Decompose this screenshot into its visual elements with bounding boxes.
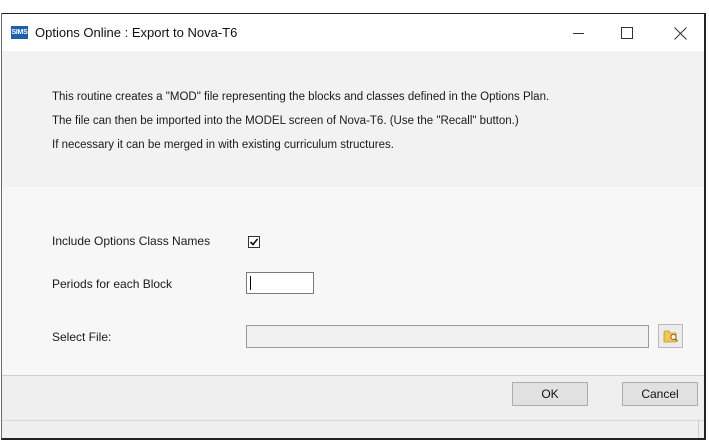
close-icon xyxy=(674,27,687,40)
checkmark-icon xyxy=(249,238,259,246)
folder-search-icon xyxy=(663,330,678,343)
export-dialog-window: SIMS Options Online : Export to Nova-T6 … xyxy=(1,13,706,440)
select-file-label: Select File: xyxy=(52,330,112,344)
periods-label: Periods for each Block xyxy=(52,277,173,291)
cancel-button[interactable]: Cancel xyxy=(622,382,698,406)
title-bar[interactable]: SIMS Options Online : Export to Nova-T6 xyxy=(2,13,704,51)
window-title: Options Online : Export to Nova-T6 xyxy=(35,25,238,40)
include-class-names-label: Include Options Class Names xyxy=(52,234,211,248)
browse-button[interactable] xyxy=(658,324,683,348)
text-caret xyxy=(250,276,251,290)
include-class-names-checkbox[interactable] xyxy=(248,236,260,248)
maximize-icon xyxy=(621,27,633,39)
resize-grip-divider xyxy=(698,420,699,438)
sims-app-icon: SIMS xyxy=(11,26,28,39)
info-text-line-1: This routine creates a "MOD" file repres… xyxy=(52,91,550,103)
dialog-footer: OK Cancel xyxy=(2,376,704,438)
minimize-button[interactable] xyxy=(555,14,601,52)
info-text-line-2: The file can then be imported into the M… xyxy=(52,115,519,127)
close-button[interactable] xyxy=(657,14,703,52)
periods-input[interactable] xyxy=(246,272,314,294)
select-file-field[interactable] xyxy=(246,325,649,348)
minimize-icon xyxy=(572,32,584,34)
info-text-line-3: If necessary it can be merged in with ex… xyxy=(52,139,394,151)
info-panel: This routine creates a "MOD" file repres… xyxy=(2,51,704,187)
form-panel: Include Options Class Names Periods for … xyxy=(2,187,704,375)
status-strip-divider xyxy=(2,420,704,421)
ok-button[interactable]: OK xyxy=(512,382,588,406)
maximize-button[interactable] xyxy=(604,14,650,52)
